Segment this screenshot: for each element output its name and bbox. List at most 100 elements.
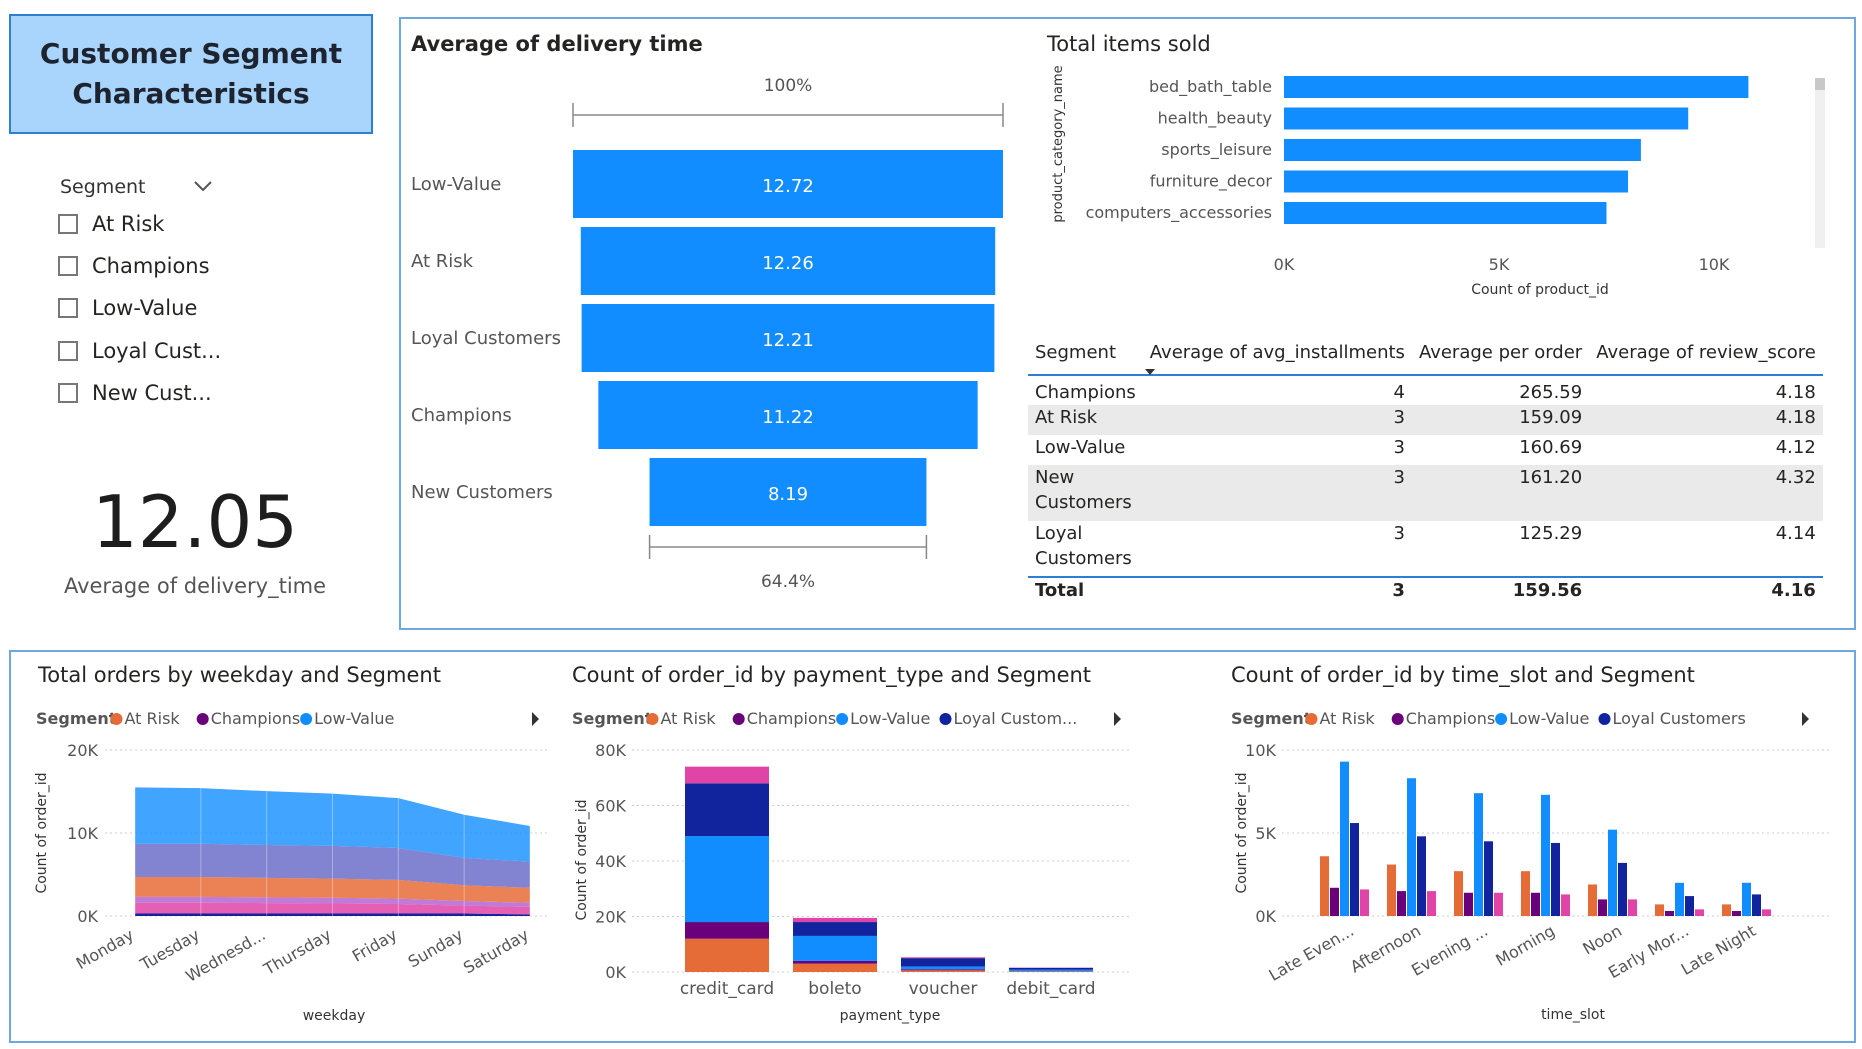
payment-chart-title: Count of order_id by payment_type and Se…: [572, 663, 1092, 687]
legend-item-label: At Risk: [1320, 709, 1376, 728]
slicer-item-label: Champions: [92, 254, 210, 278]
slicer-item-champions[interactable]: Champions: [58, 254, 210, 278]
grouped-bar: [1427, 891, 1436, 916]
grouped-bar: [1588, 884, 1597, 916]
table-header-row: Segment Average of avg_installments Aver…: [1028, 330, 1823, 375]
grouped-bar: [1397, 891, 1406, 916]
legend-item-label: Champions: [747, 709, 837, 728]
dashboard-title-line1: Customer Segment: [39, 37, 343, 70]
checkbox[interactable]: [58, 383, 78, 403]
y-tick-label: 0K: [1255, 907, 1276, 926]
stacked-bar-segment: [685, 922, 769, 939]
table-row: New Customers 3 161.20 4.32: [1028, 465, 1823, 521]
legend-item-label: Loyal Custom...: [954, 709, 1078, 728]
sort-descending-icon: [1144, 369, 1155, 375]
stacked-bar-segment: [793, 963, 877, 972]
legend-next-icon: [532, 712, 539, 726]
slicer-item-at-risk[interactable]: At Risk: [58, 212, 164, 236]
legend-title: Segment: [1231, 709, 1312, 728]
x-tick-label: voucher: [909, 979, 978, 999]
weekday-chart-title: Total orders by weekday and Segment: [38, 663, 441, 687]
checkbox[interactable]: [58, 256, 78, 276]
table-cell: 265.59: [1519, 382, 1583, 403]
stacked-bar-segment: [1009, 971, 1093, 972]
scrollbar-thumb: [1815, 78, 1825, 90]
grouped-bar: [1474, 793, 1483, 916]
legend-item-label: Low-Value: [1509, 709, 1589, 728]
table-cell: 3: [1393, 523, 1405, 544]
table-total-row: Total 3 159.56 4.16: [1028, 576, 1823, 608]
chevron-down-icon[interactable]: [190, 176, 216, 196]
x-tick-label: Late Even...: [1265, 921, 1357, 985]
x-tick-label: debit_card: [1006, 979, 1095, 999]
slicer-item-low-value[interactable]: Low-Value: [58, 296, 197, 320]
legend-item-label: Champions: [211, 709, 301, 728]
funnel-value-label: 12.21: [762, 330, 814, 351]
table-row: Loyal Customers 3 125.29 4.14: [1028, 521, 1823, 577]
items-category-label: computers_accessories: [1086, 203, 1272, 223]
x-tick-label: Evening ...: [1408, 921, 1491, 980]
y-axis-label: Count of order_id: [34, 772, 50, 893]
slicer-item-new[interactable]: New Cust...: [58, 381, 212, 405]
grouped-bar: [1628, 899, 1637, 916]
grouped-bar: [1407, 778, 1416, 916]
column-header-label: Average of avg_installments: [1149, 341, 1405, 363]
funnel-category-label: Champions: [411, 405, 512, 426]
funnel-title: Average of delivery time: [411, 32, 703, 56]
table-cell: 3: [1393, 467, 1405, 488]
table-cell: Champions: [1035, 382, 1136, 403]
grouped-bar: [1521, 871, 1530, 916]
items-bar: [1284, 76, 1749, 98]
x-tick-label: Late Night: [1678, 921, 1759, 979]
y-axis-label: Count of order_id: [574, 799, 590, 920]
table-row: Champions 4 265.59 4.18: [1028, 375, 1823, 405]
grouped-bar: [1665, 911, 1674, 916]
grouped-bar: [1340, 761, 1349, 916]
y-tick-label: 0K: [605, 963, 626, 982]
funnel-category-label: Low-Value: [411, 174, 501, 195]
column-header-installments[interactable]: Average of avg_installments: [1143, 330, 1412, 375]
items-category-label: bed_bath_table: [1149, 77, 1272, 97]
stacked-bar-segment: [685, 766, 769, 784]
grouped-bar: [1742, 882, 1751, 916]
grouped-bar: [1675, 882, 1684, 916]
timeslot-chart-title: Count of order_id by time_slot and Segme…: [1231, 663, 1695, 687]
table-cell: 3: [1393, 407, 1405, 428]
checkbox[interactable]: [58, 298, 78, 318]
column-header-per-order[interactable]: Average per order: [1412, 330, 1589, 375]
items-bar: [1284, 170, 1628, 193]
legend-item-label: Low-Value: [314, 709, 394, 728]
table-cell: 4.32: [1775, 467, 1816, 488]
checkbox[interactable]: [58, 214, 78, 234]
table-cell: At Risk: [1035, 407, 1098, 428]
funnel-value-label: 11.22: [762, 407, 814, 428]
table-cell: 159.56: [1411, 576, 1590, 608]
slicer-item-loyal[interactable]: Loyal Cust...: [58, 339, 221, 363]
items-bar: [1284, 107, 1689, 130]
x-tick-label: Sunday: [405, 925, 466, 971]
grouped-bar: [1320, 856, 1329, 916]
timeslot-chart: Segment At Risk Champions Low-Value Loyal Cu…: [1231, 709, 1830, 1023]
grouped-bar: [1722, 904, 1731, 916]
items-x-tick: 5K: [1489, 255, 1510, 274]
slicer-item-label: At Risk: [92, 212, 165, 236]
checkbox[interactable]: [58, 341, 78, 361]
grouped-bar: [1330, 887, 1339, 916]
legend-marker: [732, 713, 745, 725]
column-header-review[interactable]: Average of review_score: [1589, 330, 1823, 375]
x-tick-label: Friday: [349, 925, 401, 966]
table-cell: 4.12: [1775, 437, 1816, 458]
y-tick-label: 40K: [595, 852, 626, 871]
items-sold-chart: product_category_name bed_bath_tablehealt…: [1051, 65, 1825, 298]
table-cell: Loyal Customers: [1035, 523, 1132, 569]
x-axis-label: payment_type: [840, 1008, 941, 1024]
stacked-bar-segment: [1009, 967, 1093, 970]
grouped-bar: [1551, 842, 1560, 916]
legend-marker: [1495, 713, 1508, 725]
items-ylabel: product_category_name: [1051, 65, 1066, 222]
items-xlabel: Count of product_id: [1471, 282, 1609, 298]
funnel-value-label: 12.72: [762, 176, 814, 197]
funnel-chart: 100% Low-Value 12.72 At Risk 12.26 Loyal Cust…: [411, 76, 1004, 592]
y-tick-label: 20K: [595, 908, 626, 927]
column-header-segment[interactable]: Segment: [1028, 330, 1143, 375]
